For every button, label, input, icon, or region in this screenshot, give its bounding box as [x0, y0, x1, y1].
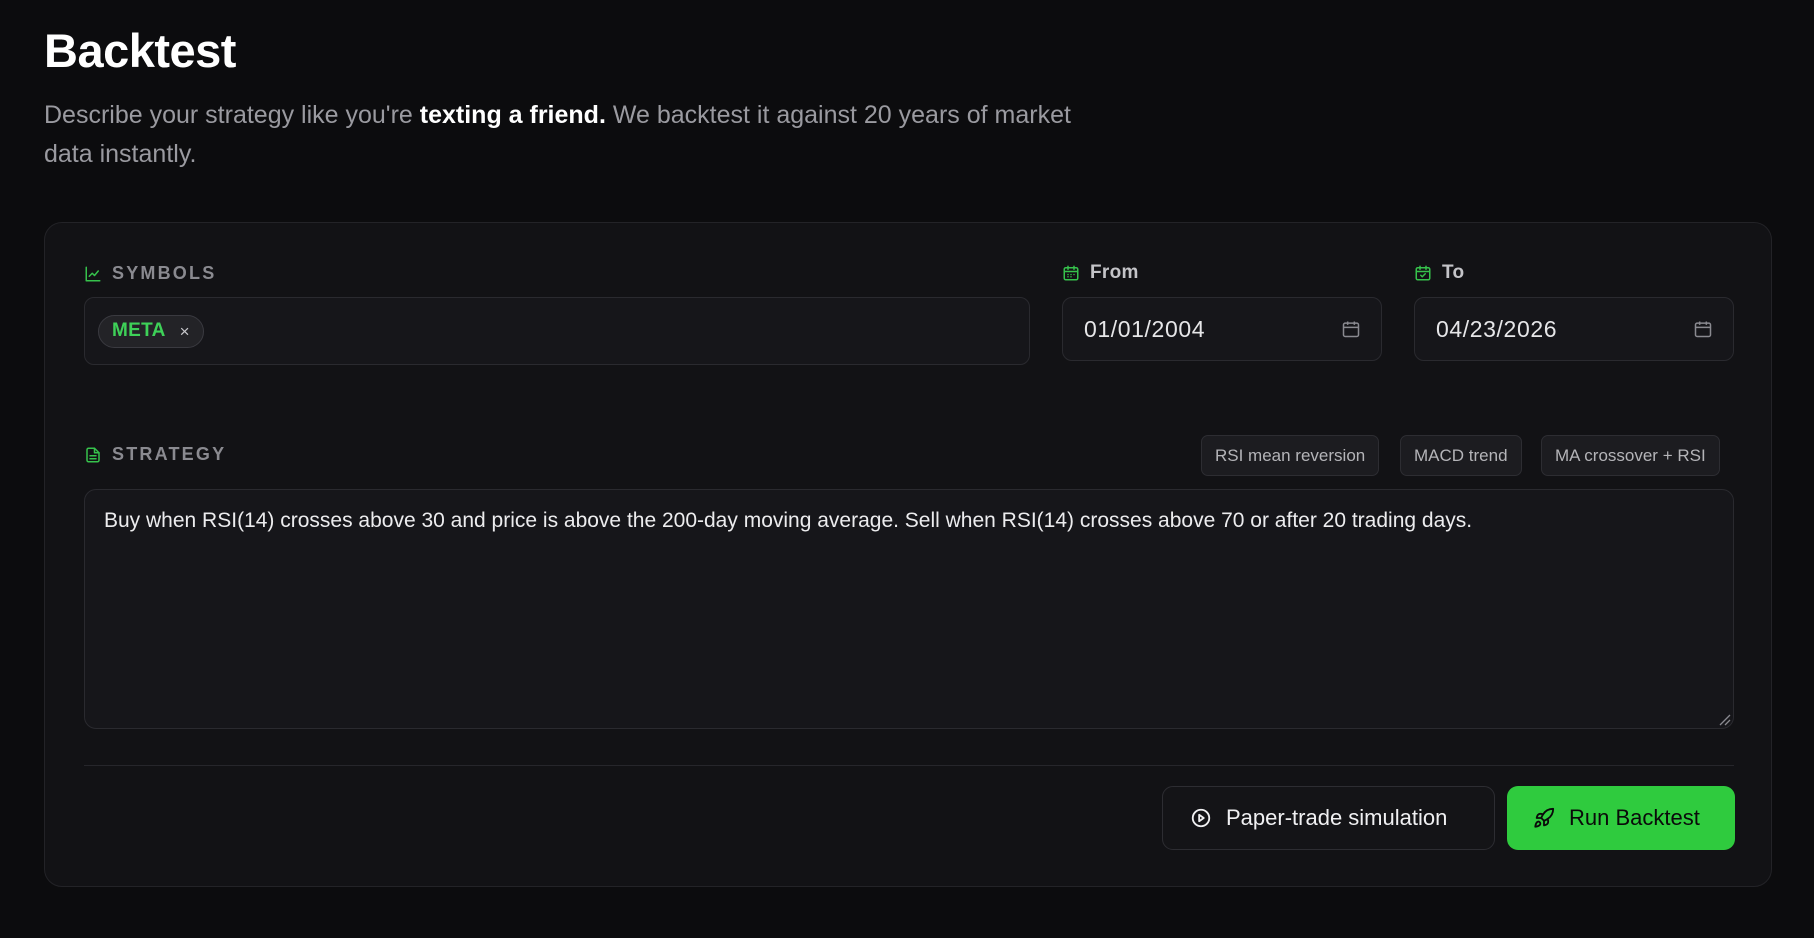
backtest-page: Backtest Describe your strategy like you…	[0, 0, 1814, 938]
subtitle-emphasis: texting a friend.	[419, 101, 606, 129]
paper-trade-button[interactable]: Paper-trade simulation	[1162, 786, 1495, 850]
to-date-value: 04/23/2026	[1436, 315, 1558, 342]
document-icon	[84, 446, 102, 464]
symbols-input[interactable]: META ×	[84, 297, 1030, 365]
calendar-icon	[1062, 264, 1080, 282]
preset-rsi-mean-reversion[interactable]: RSI mean reversion	[1201, 435, 1380, 476]
preset-ma-crossover-rsi[interactable]: MA crossover + RSI	[1541, 435, 1720, 476]
symbols-label: SYMBOLS	[112, 263, 217, 283]
page-subtitle: Describe your strategy like you're texti…	[44, 96, 1124, 174]
to-label-row: To	[1414, 262, 1464, 284]
rocket-icon	[1533, 807, 1555, 829]
strategy-label: STRATEGY	[112, 444, 227, 464]
symbol-chip-meta: META ×	[98, 314, 204, 348]
page-title: Backtest	[44, 24, 236, 77]
from-date-input[interactable]: 01/01/2004	[1062, 297, 1382, 361]
resize-handle-icon[interactable]	[1717, 712, 1731, 726]
play-circle-icon	[1190, 807, 1212, 829]
strategy-label-row: STRATEGY	[84, 444, 226, 465]
run-backtest-label: Run Backtest	[1569, 805, 1700, 830]
from-date-value: 01/01/2004	[1084, 315, 1206, 342]
backtest-form-card: SYMBOLS META × From 01/01/2004 To 04/23/…	[44, 222, 1772, 887]
paper-trade-label: Paper-trade simulation	[1226, 805, 1448, 830]
preset-macd-trend[interactable]: MACD trend	[1400, 435, 1522, 476]
from-label: From	[1090, 262, 1139, 283]
section-divider	[84, 765, 1734, 766]
from-calendar-picker-icon[interactable]	[1341, 319, 1361, 339]
symbols-label-row: SYMBOLS	[84, 263, 216, 284]
to-calendar-picker-icon[interactable]	[1693, 319, 1713, 339]
to-date-input[interactable]: 04/23/2026	[1414, 297, 1734, 361]
calendar-check-icon	[1414, 264, 1432, 282]
subtitle-text-start: Describe your strategy like you're	[44, 101, 420, 129]
symbol-chip-label: META	[112, 320, 166, 341]
run-backtest-button[interactable]: Run Backtest	[1507, 786, 1735, 850]
from-label-row: From	[1062, 262, 1139, 284]
strategy-textarea[interactable]: Buy when RSI(14) crosses above 30 and pr…	[84, 489, 1734, 729]
to-label: To	[1442, 262, 1465, 283]
line-chart-icon	[84, 265, 102, 283]
strategy-text: Buy when RSI(14) crosses above 30 and pr…	[104, 509, 1473, 532]
remove-symbol-icon[interactable]: ×	[180, 323, 190, 340]
